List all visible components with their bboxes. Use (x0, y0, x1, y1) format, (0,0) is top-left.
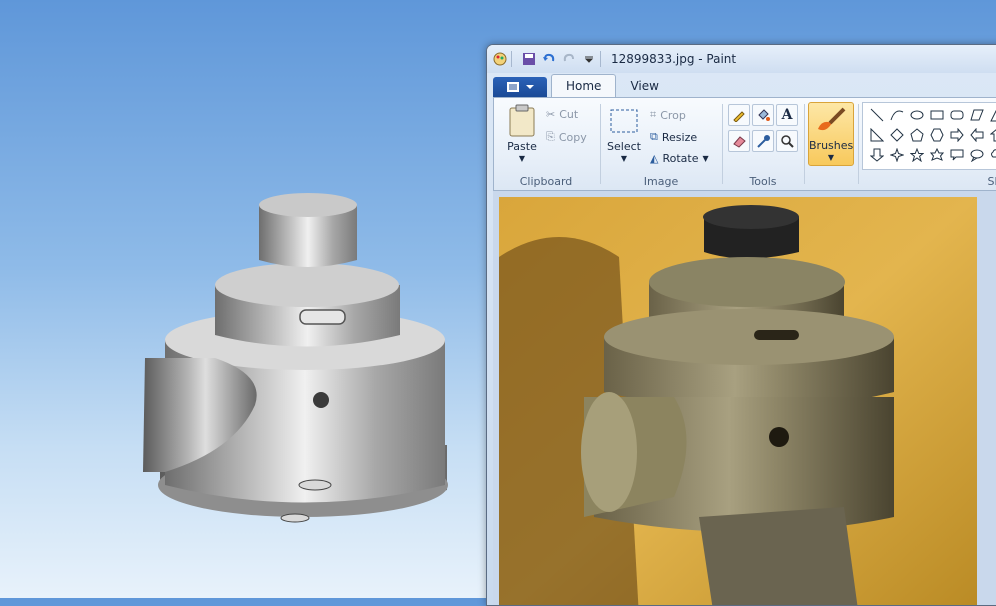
scissors-icon: ✂ (546, 108, 556, 121)
select-icon (610, 109, 638, 133)
brushes-button[interactable]: Brushes ▼ (808, 102, 854, 166)
shapes-group-label: Shape (987, 175, 996, 188)
qat-separator (511, 51, 512, 67)
clipboard-group: Paste ▼ ✂ Cut ⎘ Copy Clipboard (494, 98, 598, 190)
cut-button[interactable]: ✂ Cut (546, 108, 578, 121)
canvas-area[interactable] (493, 191, 996, 605)
paste-label: Paste (507, 140, 537, 153)
text-icon[interactable]: A (776, 104, 798, 126)
rounded-rectangle-shape-icon[interactable] (947, 105, 967, 125)
redo-icon[interactable] (562, 52, 576, 66)
oval-callout-shape-icon[interactable] (967, 145, 987, 165)
qat-separator (600, 51, 601, 67)
eraser-icon[interactable] (728, 130, 750, 152)
resize-button[interactable]: ⧉ Resize (650, 130, 697, 144)
brushes-label: Brushes (809, 139, 854, 152)
canvas-photo[interactable] (499, 197, 977, 606)
group-divider (858, 104, 859, 184)
select-dropdown-icon: ▼ (620, 154, 628, 163)
oval-shape-icon[interactable] (907, 105, 927, 125)
five-point-star-shape-icon[interactable] (907, 145, 927, 165)
group-divider (804, 104, 805, 184)
line-shape-icon[interactable] (867, 105, 887, 125)
tools-group: A Tools (724, 98, 802, 190)
cad-part-model (143, 193, 448, 523)
image-group-label: Image (643, 175, 679, 188)
paste-button[interactable]: Paste ▼ (502, 102, 542, 164)
right-triangle-shape-icon[interactable] (867, 125, 887, 145)
resize-icon: ⧉ (650, 130, 658, 143)
tab-view[interactable]: View (616, 75, 672, 97)
polygon-shape-icon[interactable] (967, 105, 987, 125)
magnifier-icon[interactable] (776, 130, 798, 152)
select-label: Select (607, 140, 641, 153)
diamond-shape-icon[interactable] (887, 125, 907, 145)
up-arrow-shape-icon[interactable] (987, 125, 996, 145)
right-arrow-shape-icon[interactable] (947, 125, 967, 145)
ribbon: Paste ▼ ✂ Cut ⎘ Copy Clipboard Select ▼ (493, 97, 996, 191)
down-arrow-shape-icon[interactable] (867, 145, 887, 165)
paste-dropdown-icon: ▼ (518, 154, 526, 163)
chevron-down-icon (526, 85, 534, 89)
copy-button[interactable]: ⎘ Copy (546, 130, 587, 144)
six-point-star-shape-icon[interactable] (927, 145, 947, 165)
shapes-gallery (862, 102, 996, 170)
copy-label: Copy (558, 130, 587, 144)
ribbon-tabs: Home View (493, 73, 996, 97)
rotate-button[interactable]: ◭ Rotate ▼ (650, 152, 709, 165)
paint-window: 12899833.jpg - Paint Home View Paste ▼ ✂… (486, 44, 996, 606)
rotate-label: Rotate (662, 152, 699, 165)
group-divider (600, 104, 601, 184)
group-divider (722, 104, 723, 184)
pentagon-shape-icon[interactable] (907, 125, 927, 145)
copy-icon: ⎘ (546, 130, 555, 143)
select-button[interactable]: Select ▼ (606, 102, 642, 164)
paint-app-icon[interactable] (493, 52, 507, 66)
save-icon[interactable] (522, 52, 536, 66)
title-bar: 12899833.jpg - Paint (487, 45, 996, 73)
tab-home[interactable]: Home (551, 74, 617, 97)
crop-icon: ⌗ (650, 108, 657, 121)
paint-menu-button[interactable] (493, 77, 547, 97)
image-group: Select ▼ ⌗ Crop ⧉ Resize ◭ Rotate ▼ Imag… (602, 98, 720, 190)
crop-label: Crop (660, 108, 686, 122)
four-point-star-shape-icon[interactable] (887, 145, 907, 165)
pencil-icon[interactable] (728, 104, 750, 126)
cloud-callout-shape-icon[interactable] (987, 145, 996, 165)
crop-button[interactable]: ⌗ Crop (650, 108, 686, 122)
paste-icon (509, 104, 535, 137)
brush-icon (818, 107, 846, 131)
rotate-dropdown-icon: ▼ (702, 154, 709, 163)
undo-icon[interactable] (542, 52, 556, 66)
menu-icon (507, 82, 519, 92)
clipboard-group-label: Clipboard (519, 175, 573, 188)
cut-label: Cut (559, 108, 579, 121)
resize-label: Resize (661, 130, 698, 144)
hexagon-shape-icon[interactable] (927, 125, 947, 145)
fill-icon[interactable] (752, 104, 774, 126)
color-picker-icon[interactable] (752, 130, 774, 152)
rect-callout-shape-icon[interactable] (947, 145, 967, 165)
qat-customize-icon[interactable] (582, 52, 596, 66)
brushes-dropdown-icon: ▼ (827, 153, 835, 162)
rectangle-shape-icon[interactable] (927, 105, 947, 125)
left-arrow-shape-icon[interactable] (967, 125, 987, 145)
tools-group-label: Tools (749, 175, 777, 188)
window-title: 12899833.jpg - Paint (611, 52, 737, 66)
curve-shape-icon[interactable] (887, 105, 907, 125)
rotate-icon: ◭ (650, 152, 659, 165)
triangle-shape-icon[interactable] (987, 105, 996, 125)
